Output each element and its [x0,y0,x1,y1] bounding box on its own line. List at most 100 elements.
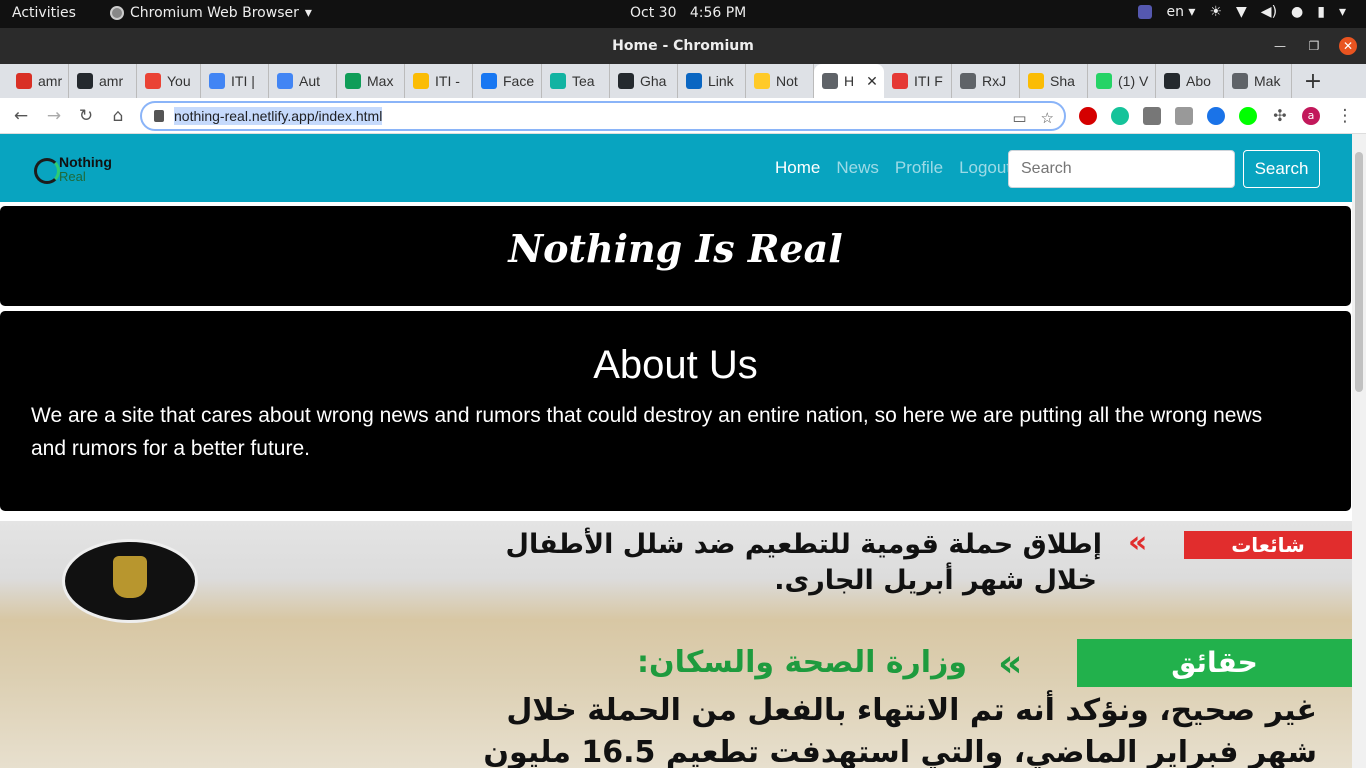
fact-line1: غير صحيح، ونؤكد أنه تم الانتهاء بالفعل م… [506,693,1317,728]
tab-favicon-icon [754,73,770,89]
rumor-tag: شائعات [1184,531,1352,559]
browser-tab[interactable]: ITI F [884,64,952,98]
browser-tab[interactable]: Max [337,64,405,98]
browser-tab[interactable]: amr [8,64,69,98]
tab-label: Not [776,73,798,89]
activities-button[interactable]: Activities [12,5,76,21]
home-button[interactable]: ⌂ [108,106,128,126]
tab-favicon-icon [550,73,566,89]
language-selector[interactable]: en ▾ [1166,4,1195,20]
chromium-icon [110,6,124,20]
rumor-fact-image: شائعات « إطلاق حملة قومية للتطعيم ضد شلل… [0,521,1352,768]
tab-label: Link [708,73,734,89]
clock[interactable]: Oct 30 4:56 PM [630,5,746,21]
maximize-button[interactable]: ❐ [1305,37,1323,55]
green-extension-icon[interactable] [1239,107,1257,125]
tab-favicon-icon [277,73,293,89]
close-tab-icon[interactable]: ✕ [866,73,878,90]
tab-label: ITI F [914,73,943,89]
site-search-button[interactable]: Search [1243,150,1320,188]
nav-news-link[interactable]: News [836,158,879,178]
microphone-icon: ● [1291,4,1304,20]
battery-icon: ▮ [1317,4,1325,20]
tab-favicon-icon [345,73,361,89]
browser-menu-icon[interactable]: ⋮ [1335,106,1355,126]
scrollbar-thumb[interactable] [1355,152,1363,392]
profile-avatar[interactable]: a [1302,107,1320,125]
browser-tab[interactable]: Sha [1020,64,1088,98]
browser-tab[interactable]: Tea [542,64,610,98]
page-scrollbar[interactable] [1352,134,1366,768]
browser-tab[interactable]: Face [473,64,542,98]
tab-favicon-icon [960,73,976,89]
browser-tab[interactable]: Link [678,64,746,98]
url-text[interactable]: nothing-real.netlify.app/index.html [174,107,383,125]
tab-label: amr [38,73,63,89]
browser-tab[interactable]: H ✕ [814,64,884,98]
brand-line2: Real [59,169,86,184]
site-navbar: Nothing Real Home News Profile Logout Se… [0,134,1352,202]
brand-line1: Nothing [59,154,112,170]
site-logo[interactable]: Nothing Real [34,154,124,186]
browser-tab[interactable]: Aut [269,64,337,98]
tab-favicon-icon [618,73,634,89]
tab-favicon-icon [145,73,161,89]
reload-button[interactable]: ↻ [76,106,96,126]
red-chevrons-icon: « [1128,525,1148,560]
tab-label: (1) V [1118,73,1149,89]
browser-tab[interactable]: Gha [610,64,678,98]
window-title-bar: Home - Chromium — ❐ ✕ [0,28,1366,64]
system-tray[interactable]: en ▾ ☀ ▼ ◀) ● ▮ ▾ [1138,4,1346,20]
browser-tab[interactable]: You [137,64,201,98]
app-menu[interactable]: Chromium Web Browser ▾ [110,5,312,21]
tab-favicon-icon [822,73,838,89]
address-bar[interactable]: nothing-real.netlify.app/index.html ▭ ☆ [140,101,1066,131]
bookmark-star-icon[interactable]: ☆ [1041,109,1054,127]
volume-icon: ◀) [1260,4,1278,20]
adblock-extension-icon[interactable] [1079,107,1097,125]
tab-favicon-icon [481,73,497,89]
forward-button[interactable]: → [44,106,64,126]
site-search-input[interactable] [1008,150,1235,188]
tab-label: Sha [1050,73,1075,89]
tab-label: Mak [1254,73,1281,89]
tab-label: ITI | [231,73,255,89]
facts-tag: حقائق [1077,639,1352,687]
nav-logout-link[interactable]: Logout [959,158,1011,178]
browser-tab[interactable]: (1) V [1088,64,1156,98]
green-chevrons-icon: « [998,641,1023,685]
about-section: About Us We are a site that cares about … [0,311,1351,511]
browser-tab[interactable]: amr [69,64,137,98]
time-label: 4:56 PM [689,5,747,21]
browser-tab[interactable]: Not [746,64,814,98]
browser-tab[interactable]: ITI | [201,64,269,98]
logo-ring-icon [34,158,60,184]
close-window-button[interactable]: ✕ [1339,37,1357,55]
browser-tab[interactable]: ITI - [405,64,473,98]
about-text: We are a site that cares about wrong new… [31,404,1263,460]
back-button[interactable]: ← [11,106,31,126]
browser-toolbar: ← → ↻ ⌂ nothing-real.netlify.app/index.h… [0,98,1366,134]
tab-favicon-icon [209,73,225,89]
tab-label: Abo [1186,73,1211,89]
grammarly-extension-icon[interactable] [1111,107,1129,125]
nav-home-link[interactable]: Home [775,158,820,178]
system-top-bar: Activities Chromium Web Browser ▾ Oct 30… [0,0,1366,28]
browser-tab[interactable]: Abo [1156,64,1224,98]
new-tab-button[interactable]: + [1298,69,1328,94]
tab-label: You [167,73,191,89]
color-picker-extension-icon[interactable] [1143,107,1161,125]
eagle-emblem-icon [113,556,147,598]
screenshot-extension-icon[interactable] [1175,107,1193,125]
tab-favicon-icon [1028,73,1044,89]
extensions-puzzle-icon[interactable]: ✣ [1271,107,1289,125]
nav-profile-link[interactable]: Profile [895,158,943,178]
hero-title: Nothing Is Real [508,226,843,271]
tab-label: amr [99,73,124,89]
browser-tab[interactable]: Mak [1224,64,1292,98]
install-app-icon[interactable]: ▭ [1012,109,1026,127]
minimize-button[interactable]: — [1271,37,1289,55]
ministry-label: وزارة الصحة والسكان: [636,645,967,680]
browser-tab[interactable]: RxJ [952,64,1020,98]
vpn-extension-icon[interactable] [1207,107,1225,125]
